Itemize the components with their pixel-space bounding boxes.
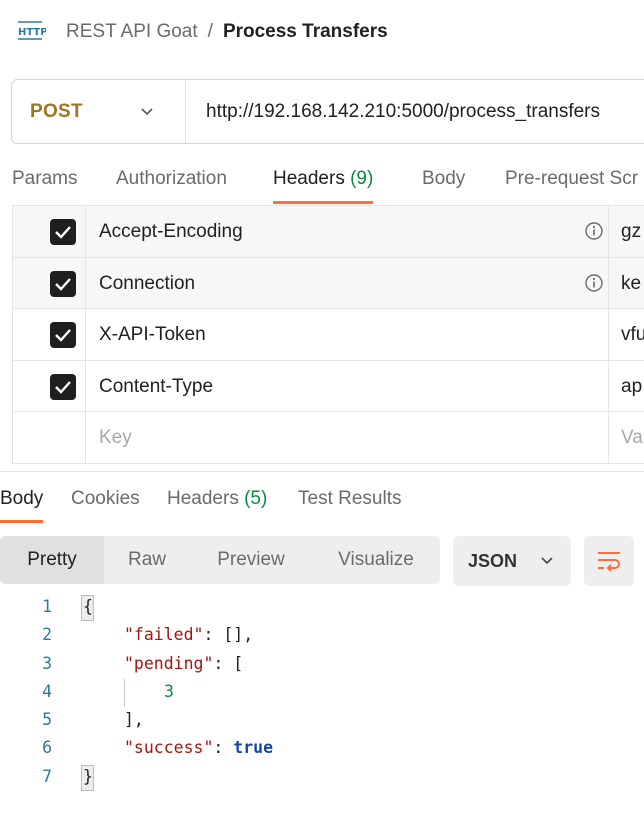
json-key: "success" [124,738,214,758]
code-text: } [83,766,93,786]
format-select-label: JSON [468,550,518,571]
response-tab-body[interactable]: Body [0,488,44,524]
header-key[interactable]: Content-Type [99,376,213,398]
headers-table: Accept-Encoding gz Connection ke X-API-T… [12,205,644,464]
response-tab-cookies[interactable]: Cookies [71,488,140,524]
json-boolean: true [233,738,274,758]
json-key: "failed" [124,625,204,645]
header-enabled-checkbox[interactable] [50,322,76,348]
info-icon[interactable] [584,221,604,241]
header-value[interactable]: vfu [621,324,644,346]
code-line: 3 "pending": [ [0,651,644,679]
header-value[interactable]: ap [621,376,642,398]
method-select[interactable]: POST [12,80,186,143]
chevron-down-icon [541,557,553,565]
breadcrumb: HTTP REST API Goat / Process Transfers [16,14,388,50]
json-number: 3 [164,681,174,701]
header-enabled-checkbox[interactable] [50,219,76,245]
new-header-key-input[interactable]: Key [99,427,132,449]
code-line: 7 } [0,764,644,792]
tab-headers[interactable]: Headers (9) [273,160,374,206]
wrap-lines-icon [598,552,620,572]
breadcrumb-separator: / [207,21,213,42]
code-line: 4 3 [0,678,644,707]
table-row: X-API-Token vfu [12,309,644,361]
header-key[interactable]: Accept-Encoding [99,221,243,243]
view-raw-button[interactable]: Raw [104,536,190,584]
header-key[interactable]: X-API-Token [99,324,206,346]
http-icon: HTTP [16,19,48,45]
pane-divider[interactable] [0,471,644,472]
code-text: "success": true [124,738,273,757]
line-number: 2 [42,625,52,645]
code-line: 6 "success": true [0,735,644,763]
header-enabled-checkbox[interactable] [50,270,76,297]
info-icon[interactable] [584,273,604,293]
tab-body[interactable]: Body [422,160,465,206]
response-tab-headers[interactable]: Headers (5) [167,488,267,524]
code-text: { [83,597,93,616]
breadcrumb-request-name[interactable]: Process Transfers [223,21,388,43]
response-tab-headers-label: Headers [167,488,239,509]
line-number: 5 [42,710,52,730]
table-row-new: Key Va [12,412,644,464]
tab-params[interactable]: Params [12,160,77,206]
response-body-code[interactable]: 1 { 2 "failed": [], 3 "pending": [ 4 3 5… [0,594,644,792]
code-line: 1 { [0,594,644,622]
tab-authorization[interactable]: Authorization [116,160,227,206]
header-enabled-checkbox[interactable] [50,373,76,400]
code-text: "failed": [], [124,625,253,644]
tab-headers-count: (9) [350,168,374,189]
line-number: 6 [42,738,52,758]
table-row: Connection ke [12,257,644,309]
table-row: Accept-Encoding gz [12,206,644,258]
view-preview-button[interactable]: Preview [190,536,312,584]
format-select[interactable]: JSON [453,536,571,586]
line-number: 1 [42,597,52,616]
checkmark-icon [55,380,71,394]
tab-headers-label: Headers [273,168,345,189]
url-input[interactable]: http://192.168.142.210:5000/process_tran… [186,101,600,123]
breadcrumb-collection[interactable]: REST API Goat [66,21,198,43]
code-line: 2 "failed": [], [0,622,644,650]
checkmark-icon [55,226,71,239]
view-pretty-button[interactable]: Pretty [0,536,104,584]
code-text: "pending": [ [124,654,243,673]
line-number: 4 [42,681,52,701]
wrap-lines-button[interactable] [584,536,634,586]
response-tab-test-results[interactable]: Test Results [298,488,401,524]
checkmark-icon [55,329,71,342]
header-key[interactable]: Connection [99,273,195,295]
indent-guide [124,678,125,707]
view-mode-group: Pretty Raw Preview Visualize [0,536,440,584]
json-punct: : [213,738,234,758]
request-tabs: Params Authorization Headers (9) Body Pr… [0,160,644,206]
header-value[interactable]: gz [621,221,641,243]
method-label: POST [30,100,83,122]
code-text: ], [124,710,144,730]
url-bar: POST http://192.168.142.210:5000/process… [11,79,644,144]
new-header-value-input[interactable]: Va [621,427,643,449]
table-row: Content-Type ap [12,360,644,412]
json-punct: : [], [203,625,254,645]
header-value[interactable]: ke [621,273,641,295]
line-number: 7 [42,766,52,786]
checkmark-icon [55,277,71,291]
json-punct: : [ [213,653,244,673]
chevron-down-icon [141,107,153,115]
svg-text:HTTP: HTTP [18,27,46,38]
response-tab-headers-count: (5) [244,488,268,509]
json-key: "pending" [124,653,214,673]
view-visualize-button[interactable]: Visualize [312,536,440,584]
code-line: 5 ], [0,707,644,735]
tab-prerequest-script[interactable]: Pre-request Scr [505,160,638,206]
line-number: 3 [42,653,52,673]
